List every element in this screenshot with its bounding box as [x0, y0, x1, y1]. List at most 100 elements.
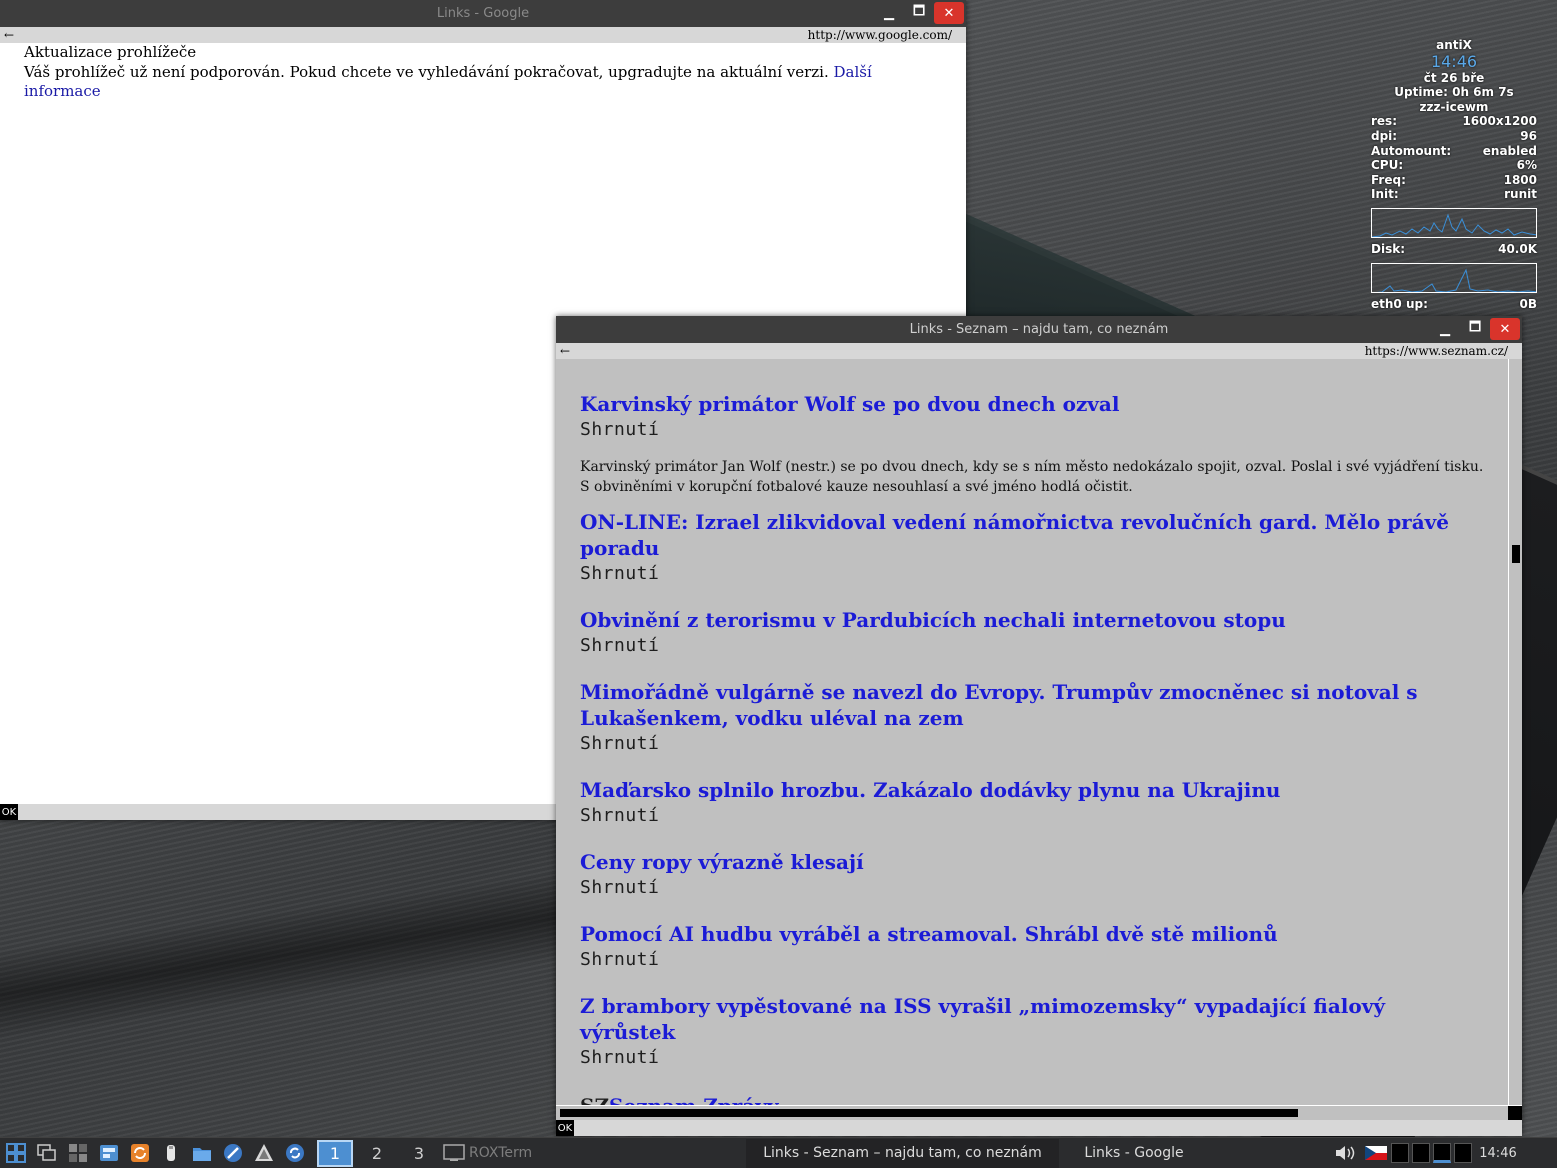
google-urlbar: ← http://www.google.com/ [0, 27, 966, 43]
status-ok: OK [0, 804, 18, 820]
window-list-icon[interactable] [35, 1141, 59, 1165]
update-icon[interactable] [128, 1141, 152, 1165]
terminal-icon [443, 1144, 465, 1161]
summary-label[interactable]: Shrnutí [580, 731, 1484, 757]
news-headline-link[interactable]: Obvinění z terorismu v Pardubicích necha… [580, 607, 1484, 633]
conky-monitor: antiX 14:46 čt 26 bře Uptime: 0h 6m 7s z… [1368, 38, 1540, 311]
summary-label[interactable]: Shrnutí [580, 633, 1484, 659]
back-arrow-icon[interactable]: ← [4, 28, 14, 42]
summary-label[interactable]: Shrnutí [580, 561, 1484, 587]
conky-wm: zzz-icewm [1419, 99, 1489, 114]
news-article: Karvinský primátor Wolf se po dvou dnech… [580, 391, 1484, 497]
cpu-graph [1371, 207, 1537, 238]
workspace-1[interactable]: 1 [317, 1139, 353, 1167]
conky-host: antiX [1436, 38, 1472, 52]
keyboard-layout-flag-icon[interactable] [1364, 1141, 1388, 1165]
seznam-window-title: Links - Seznam – najdu tam, co neznám [909, 322, 1169, 337]
news-summary: Karvinský primátor Jan Wolf (nestr.) se … [580, 459, 1484, 495]
news-source: SZSeznam Zprávy [580, 1093, 1484, 1105]
vertical-scroll-thumb[interactable] [1512, 545, 1520, 563]
links-seznam-window[interactable]: Links - Seznam – najdu tam, co neznám ▁ … [556, 316, 1522, 1136]
close-button[interactable]: ✕ [1490, 318, 1520, 340]
taskbar: 1 2 3 ROXTerm Links - Seznam – najdu tam… [0, 1137, 1557, 1168]
conky-row: res: 1600x1200 [1371, 114, 1537, 129]
scroll-corner [1508, 1106, 1522, 1121]
seznam-url: https://www.seznam.cz/ [1364, 344, 1508, 358]
source-link[interactable]: Seznam Zprávy [609, 1094, 778, 1105]
seznam-urlbar: ← https://www.seznam.cz/ [556, 343, 1522, 359]
show-desktop-icon[interactable] [66, 1141, 90, 1165]
horizontal-scrollbar[interactable] [556, 1105, 1522, 1121]
page-heading: Aktualizace prohlížeče [24, 43, 197, 61]
task-links-google[interactable]: Links - Google [1059, 1139, 1209, 1168]
conky-uptime: Uptime: 0h 6m 7s [1394, 85, 1514, 100]
volume-icon[interactable] [1333, 1141, 1357, 1165]
news-headline-link[interactable]: Z brambory vypěstované na ISS vyrašil „m… [580, 993, 1484, 1045]
conky-row: Init: runit [1371, 187, 1537, 202]
horizontal-scroll-thumb[interactable] [560, 1109, 1298, 1117]
news-article: ON-LINE: Izrael zlikvidoval vedení námoř… [580, 509, 1484, 587]
more-info-link-cont[interactable]: informace [24, 82, 101, 100]
workspace-3[interactable]: 3 [401, 1140, 437, 1167]
summary-label[interactable]: Shrnutí [580, 875, 1484, 901]
news-headline-link[interactable]: Pomocí AI hudbu vyráběl a streamoval. Sh… [580, 921, 1484, 947]
disk-tray-monitor [1454, 1143, 1472, 1163]
google-window-title: Links - Google [436, 6, 530, 21]
net-tray-monitor [1433, 1143, 1451, 1163]
task-roxterm-label: ROXTerm [469, 1145, 533, 1161]
maximize-button[interactable]: 🗖 [1460, 318, 1490, 340]
news-article: Ceny ropy výrazně klesají Shrnutí [580, 849, 1484, 901]
control-centre-icon[interactable] [97, 1141, 121, 1165]
conky-eth-row: eth0 up: 0B [1371, 296, 1537, 311]
status-ok: OK [556, 1120, 574, 1136]
vertical-scrollbar[interactable] [1508, 359, 1522, 1105]
news-article: Obvinění z terorismu v Pardubicích necha… [580, 607, 1484, 659]
summary-label[interactable]: Shrnutí [580, 947, 1484, 973]
maximize-button[interactable]: 🗖 [904, 2, 934, 24]
task-seznam-label: Links - Seznam – najdu tam, co neznám [763, 1145, 1042, 1161]
news-headline-link[interactable]: ON-LINE: Izrael zlikvidoval vedení námoř… [580, 509, 1484, 561]
minimize-button[interactable]: ▁ [1430, 318, 1460, 340]
file-manager-icon[interactable] [190, 1141, 214, 1165]
news-headline-link[interactable]: Karvinský primátor Wolf se po dvou dnech… [580, 391, 1484, 417]
more-info-link[interactable]: Další [834, 63, 872, 81]
start-menu-icon[interactable] [4, 1141, 28, 1165]
unsupported-message: Váš prohlížeč už není podporován. Pokud … [24, 62, 872, 101]
taskbar-clock[interactable]: 14:46 [1479, 1139, 1516, 1168]
news-headline-link[interactable]: Mimořádně vulgárně se navezl do Evropy. … [580, 679, 1484, 731]
usb-unmount-icon[interactable] [159, 1141, 183, 1165]
news-article: Z brambory vypěstované na ISS vyrašil „m… [580, 993, 1484, 1071]
task-links-seznam[interactable]: Links - Seznam – najdu tam, co neznám [746, 1138, 1059, 1168]
conky-row: Automount: enabled [1371, 143, 1537, 158]
news-headline-link[interactable]: Maďarsko splnilo hrozbu. Zakázalo dodávk… [580, 777, 1484, 803]
workspace-2[interactable]: 2 [359, 1140, 395, 1167]
summary-label[interactable]: Shrnutí [580, 417, 1484, 443]
close-button[interactable]: ✕ [934, 2, 964, 24]
conky-row: dpi: 96 [1371, 128, 1537, 143]
task-google-label: Links - Google [1084, 1145, 1184, 1161]
news-headline-link[interactable]: Ceny ropy výrazně klesají [580, 849, 1484, 875]
news-article: Maďarsko splnilo hrozbu. Zakázalo dodávk… [580, 777, 1484, 829]
google-titlebar[interactable]: Links - Google ▁ 🗖 ✕ [0, 0, 966, 27]
source-prefix: SZ [580, 1094, 609, 1105]
conky-disk-row: Disk: 40.0K [1371, 241, 1537, 256]
seznam-statusbar: OK [556, 1120, 1522, 1136]
news-article: Mimořádně vulgárně se navezl do Evropy. … [580, 679, 1484, 757]
summary-label[interactable]: Shrnutí [580, 803, 1484, 829]
google-url: http://www.google.com/ [807, 28, 952, 42]
back-arrow-icon[interactable]: ← [560, 344, 570, 358]
browser-icon[interactable] [221, 1141, 245, 1165]
task-roxterm[interactable]: ROXTerm [443, 1139, 553, 1168]
disk-graph [1371, 262, 1537, 293]
news-article: Pomocí AI hudbu vyráběl a streamoval. Sh… [580, 921, 1484, 973]
summary-label[interactable]: Shrnutí [580, 1045, 1484, 1071]
cpu-tray-monitor [1391, 1143, 1409, 1163]
seznam-titlebar[interactable]: Links - Seznam – najdu tam, co neznám ▁ … [556, 316, 1522, 343]
conky-time: 14:46 [1430, 51, 1478, 71]
mem-tray-monitor [1412, 1143, 1430, 1163]
sync-icon[interactable] [283, 1141, 307, 1165]
conky-row: Freq: 1800 [1371, 172, 1537, 187]
conky-date: čt 26 bře [1423, 70, 1485, 85]
minimize-button[interactable]: ▁ [874, 2, 904, 24]
editor-icon[interactable] [252, 1141, 276, 1165]
